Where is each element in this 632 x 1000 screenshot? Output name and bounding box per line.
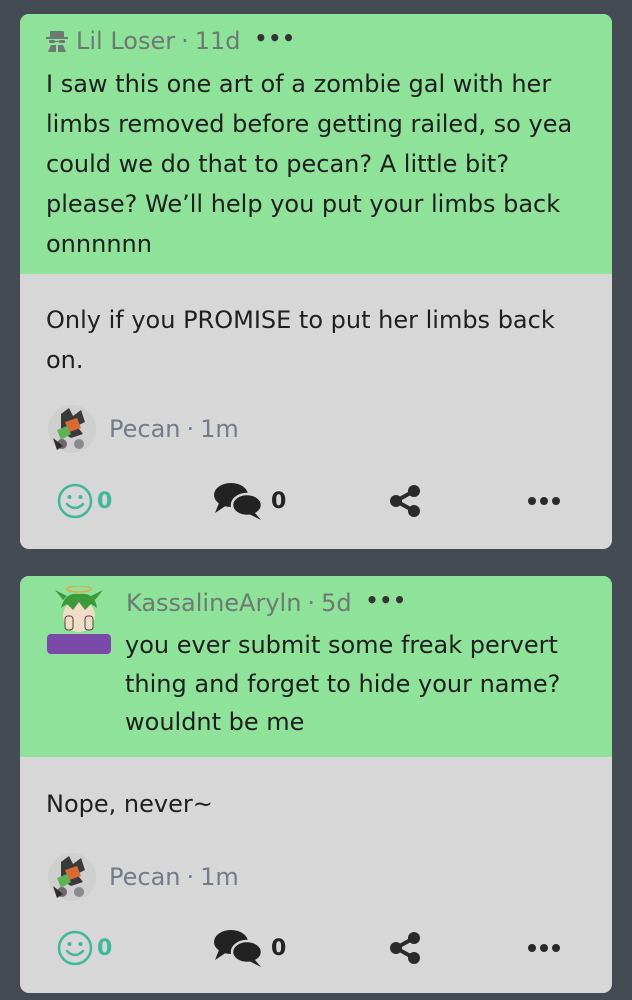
post-card: KassalineAryln · 5d ••• you ever submit … [20, 576, 612, 993]
share-icon [390, 485, 420, 517]
smiley-icon [57, 483, 93, 519]
answer-age: 1m [200, 863, 239, 891]
smiley-icon [57, 930, 93, 966]
comment-button[interactable]: 0 [213, 479, 286, 523]
comment-button[interactable]: 0 [213, 926, 286, 970]
avatar[interactable] [47, 404, 97, 454]
question-age: 5d [321, 589, 352, 617]
question-avatar[interactable] [45, 586, 113, 654]
react-button[interactable]: 0 [57, 926, 112, 970]
more-dots-icon[interactable]: ••• [255, 26, 296, 50]
answer-author[interactable]: Pecan · 1m [47, 404, 239, 454]
separator: · [186, 863, 195, 891]
question-section: Lil Loser · 11d ••• I saw this one art o… [20, 14, 612, 274]
action-bar: 0 0 [20, 926, 612, 970]
more-dots-icon [528, 944, 560, 952]
question-section: KassalineAryln · 5d ••• you ever submit … [20, 576, 612, 757]
share-button[interactable] [387, 926, 423, 970]
comment-bubbles-icon [214, 930, 264, 967]
separator: · [186, 415, 195, 443]
reaction-count: 0 [97, 935, 113, 961]
react-button[interactable]: 0 [57, 479, 112, 523]
share-icon [390, 932, 420, 964]
answer-text: Only if you PROMISE to put her limbs bac… [46, 306, 555, 374]
separator: · [181, 27, 189, 55]
answer-age: 1m [200, 415, 239, 443]
share-button[interactable] [387, 479, 423, 523]
answer-author-name[interactable]: Pecan [109, 415, 181, 443]
avatar[interactable] [47, 852, 97, 902]
more-button[interactable] [527, 479, 561, 523]
question-text: you ever submit some freak pervert thing… [125, 631, 561, 736]
spy-icon [46, 31, 68, 52]
question-header: KassalineAryln · 5d ••• [126, 588, 407, 617]
comment-count: 0 [271, 935, 287, 961]
answer-author-name[interactable]: Pecan [109, 863, 181, 891]
reaction-count: 0 [97, 488, 113, 514]
action-bar: 0 0 [20, 479, 612, 523]
separator: · [307, 589, 316, 617]
more-dots-icon [528, 497, 560, 505]
question-author[interactable]: Lil Loser [76, 27, 175, 55]
question-header: Lil Loser · 11d ••• [46, 26, 296, 55]
more-dots-icon[interactable]: ••• [366, 588, 407, 612]
answer-text: Nope, never~ [46, 790, 213, 818]
answer-author[interactable]: Pecan · 1m [47, 852, 239, 902]
comment-bubbles-icon [214, 483, 264, 520]
question-author[interactable]: KassalineAryln [126, 589, 301, 617]
post-card: Lil Loser · 11d ••• I saw this one art o… [20, 14, 612, 549]
question-age: 11d [194, 27, 241, 55]
more-button[interactable] [527, 926, 561, 970]
comment-count: 0 [271, 488, 287, 514]
question-text: I saw this one art of a zombie gal with … [46, 70, 573, 258]
